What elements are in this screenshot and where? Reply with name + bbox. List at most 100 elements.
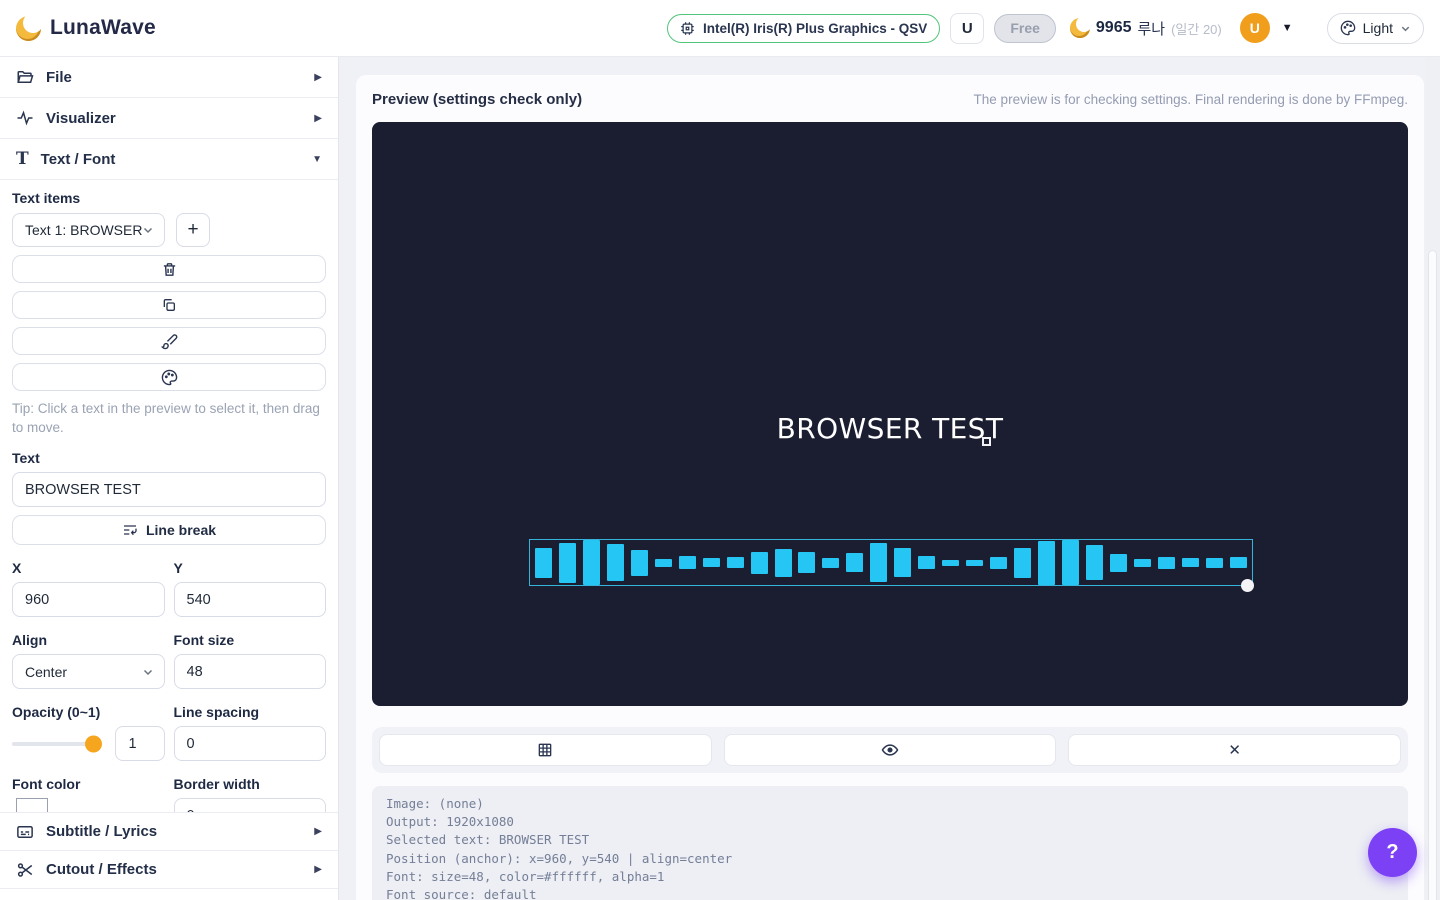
text-field-group: Text xyxy=(12,450,326,507)
visualizer-bar xyxy=(966,560,983,566)
brush-icon xyxy=(161,333,178,350)
text-resize-handle[interactable] xyxy=(982,437,991,446)
sidebar-item-label: Cutout / Effects xyxy=(46,861,302,878)
visualizer-bar xyxy=(631,550,648,576)
opacity-input[interactable] xyxy=(115,726,165,761)
opacity-label: Opacity (0~1) xyxy=(12,704,165,720)
sidebar-footer xyxy=(0,888,338,900)
visualizer-bar xyxy=(1206,558,1223,568)
visualizer-bar xyxy=(1158,557,1175,569)
align-select[interactable]: Center xyxy=(12,654,165,689)
sidebar-item-visualizer[interactable]: Visualizer ▶ xyxy=(0,98,338,139)
visualizer-bar xyxy=(822,558,839,568)
expand-arrow-icon: ▶ xyxy=(314,72,322,83)
xy-fields: X Y xyxy=(12,560,326,617)
console-line: Font: size=48, color=#ffffff, alpha=1 xyxy=(386,868,1394,886)
app-header: LunaWave Intel(R) Iris(R) Plus Graphics … xyxy=(0,0,1440,57)
opacity-slider[interactable] xyxy=(12,742,100,746)
visualizer-bar xyxy=(655,559,672,567)
gpu-button-label: Intel(R) Iris(R) Plus Graphics - QSV xyxy=(703,21,927,36)
text-items-row: Text 1: BROWSER T + xyxy=(12,213,326,247)
text-items-label: Text items xyxy=(12,190,326,206)
expand-arrow-icon: ▶ xyxy=(314,864,322,875)
sidebar-item-cutout-effects[interactable]: Cutout / Effects ▶ xyxy=(0,850,338,888)
header-actions: Intel(R) Iris(R) Plus Graphics - QSV U F… xyxy=(667,13,1424,44)
gpu-button[interactable]: Intel(R) Iris(R) Plus Graphics - QSV xyxy=(667,14,940,43)
theme-toggle-button[interactable]: Light xyxy=(1327,13,1424,44)
sidebar-item-file[interactable]: File ▶ xyxy=(0,57,338,98)
sidebar-item-label: Text / Font xyxy=(41,151,300,168)
text-input[interactable] xyxy=(12,472,326,507)
visualizer-resize-handle[interactable] xyxy=(1241,579,1254,592)
tip-text: Tip: Click a text in the preview to sele… xyxy=(12,400,326,437)
line-break-icon xyxy=(122,522,138,538)
visualizer-bar xyxy=(870,543,887,582)
sidebar-item-text-font[interactable]: T Text / Font ▼ xyxy=(0,139,338,180)
deselect-button[interactable]: ✕ xyxy=(1068,734,1401,766)
page-scrollbar-thumb[interactable] xyxy=(1428,250,1437,900)
visualizer-bar xyxy=(583,540,600,585)
help-button[interactable]: ? xyxy=(1368,828,1417,877)
user-initial-button[interactable]: U xyxy=(950,13,984,44)
visualizer-bar xyxy=(535,548,552,578)
add-text-item-button[interactable]: + xyxy=(176,213,210,247)
y-input[interactable] xyxy=(174,582,327,617)
align-size-fields: Align Center Font size xyxy=(12,632,326,689)
console-line: Position (anchor): x=960, y=540 | align=… xyxy=(386,850,1394,868)
credits-amount: 9965 xyxy=(1096,19,1132,37)
x-field-group: X xyxy=(12,560,165,617)
chevron-down-icon xyxy=(142,666,154,678)
preview-header: Preview (settings check only) The previe… xyxy=(356,75,1424,122)
canvas-text[interactable]: BROWSER TEST xyxy=(372,412,1408,445)
color-palette-button[interactable] xyxy=(12,363,326,391)
chevron-down-icon xyxy=(142,224,154,236)
captions-icon xyxy=(16,823,34,841)
text-label: Text xyxy=(12,450,326,466)
sidebar-bottom-sections: Subtitle / Lyrics ▶ Cutout / Effects ▶ xyxy=(0,812,338,900)
delete-text-button[interactable] xyxy=(12,255,326,283)
sidebar-item-label: Visualizer xyxy=(46,110,302,127)
opacity-control xyxy=(12,726,165,761)
page-scrollbar-track[interactable] xyxy=(1425,57,1440,900)
settings-console: Image: (none) Output: 1920x1080 Selected… xyxy=(372,786,1408,900)
visualizer-bar xyxy=(990,557,1007,569)
app-title: LunaWave xyxy=(50,16,156,40)
line-spacing-input[interactable] xyxy=(174,726,327,761)
opacity-slider-thumb[interactable] xyxy=(85,735,102,752)
x-input[interactable] xyxy=(12,582,165,617)
grid-toggle-button[interactable] xyxy=(379,734,712,766)
moon-logo-icon xyxy=(16,16,41,41)
console-line: Output: 1920x1080 xyxy=(386,813,1394,831)
visualizer-bar xyxy=(679,556,696,569)
preview-canvas[interactable]: BROWSER TEST xyxy=(372,122,1408,706)
font-size-input[interactable] xyxy=(174,654,327,689)
preview-card: Preview (settings check only) The previe… xyxy=(356,75,1424,900)
sidebar: File ▶ Visualizer ▶ T Text / Font ▼ Text… xyxy=(0,57,339,900)
style-brush-button[interactable] xyxy=(12,327,326,355)
sidebar-item-subtitle-lyrics[interactable]: Subtitle / Lyrics ▶ xyxy=(0,812,338,850)
visualizer-selection-box[interactable] xyxy=(529,539,1253,586)
trash-icon xyxy=(161,261,178,278)
text-item-select[interactable]: Text 1: BROWSER T xyxy=(12,213,165,247)
align-field-group: Align Center xyxy=(12,632,165,689)
avatar[interactable]: U xyxy=(1240,13,1270,43)
luna-coin-icon xyxy=(1070,18,1090,38)
preview-toolbar: ✕ xyxy=(372,727,1408,773)
close-icon: ✕ xyxy=(1228,741,1241,759)
line-break-button[interactable]: Line break xyxy=(12,515,326,545)
x-label: X xyxy=(12,560,165,576)
visibility-toggle-button[interactable] xyxy=(724,734,1057,766)
console-line: Font source: default xyxy=(386,886,1394,900)
visualizer-bar xyxy=(607,544,624,581)
visualizer-bar xyxy=(846,553,863,572)
eye-icon xyxy=(881,741,899,759)
visualizer-bar xyxy=(798,552,815,573)
align-label: Align xyxy=(12,632,165,648)
credits-daily: (일간 20) xyxy=(1171,19,1222,38)
duplicate-text-button[interactable] xyxy=(12,291,326,319)
visualizer-bar xyxy=(751,552,768,574)
avatar-dropdown-caret-icon[interactable]: ▼ xyxy=(1282,22,1293,34)
text-item-selected: Text 1: BROWSER T xyxy=(25,222,142,238)
visualizer-bar xyxy=(1014,548,1031,578)
folder-icon xyxy=(16,68,34,86)
